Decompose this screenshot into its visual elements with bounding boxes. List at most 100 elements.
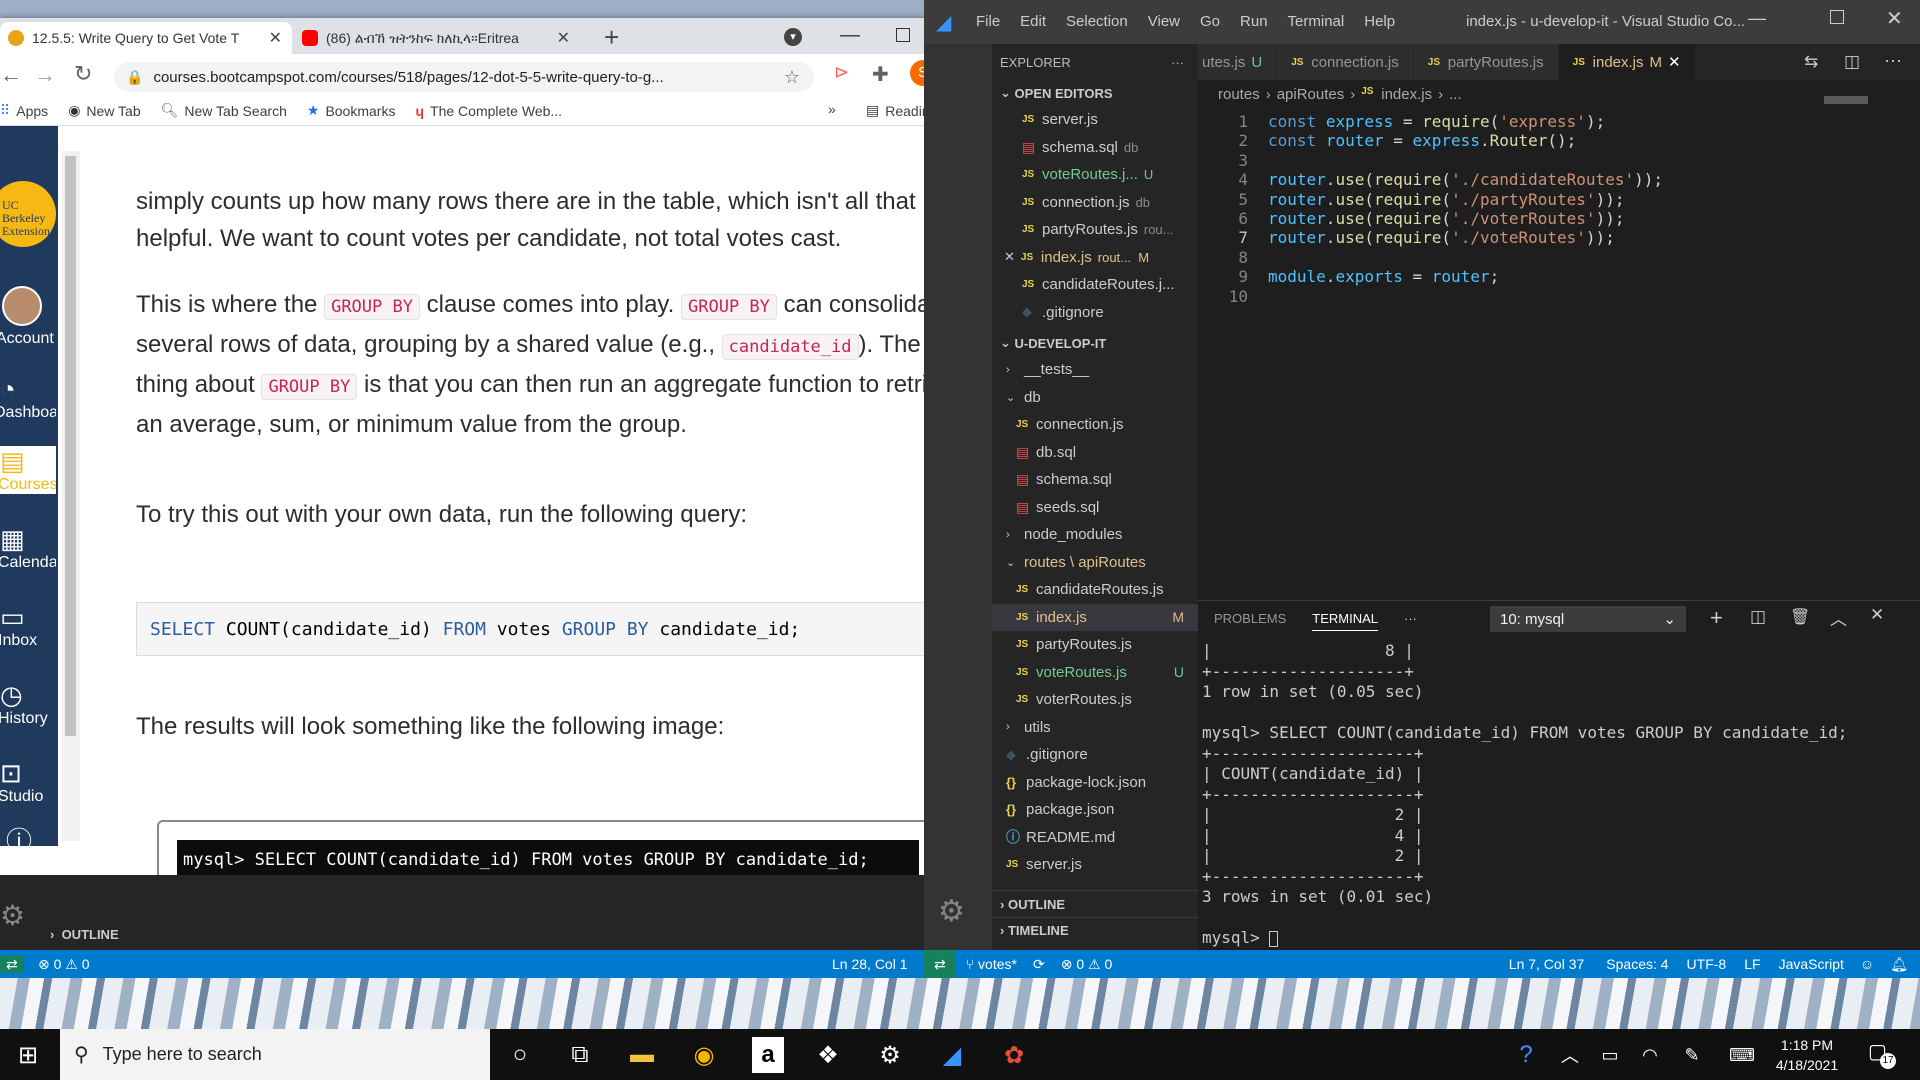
open-editor-item[interactable]: ◆ .gitignore xyxy=(992,299,1198,327)
tab-partyroutes[interactable]: JS partyRoutes.js xyxy=(1413,44,1559,80)
encoding-status[interactable]: UTF-8 xyxy=(1687,956,1727,972)
menu-selection[interactable]: Selection xyxy=(1066,13,1128,30)
file-item[interactable]: JS voterRoutes.js xyxy=(992,686,1198,714)
file-item[interactable]: JS connection.js xyxy=(992,411,1198,439)
open-editor-item[interactable]: JS partyRoutes.js rou... xyxy=(992,216,1198,244)
help-icon[interactable]: ? xyxy=(1506,1037,1546,1073)
open-editor-item[interactable]: ▤ schema.sql db xyxy=(992,134,1198,162)
nav-scrollbar-thumb[interactable] xyxy=(65,156,76,736)
breadcrumb-item[interactable]: routes xyxy=(1218,86,1260,103)
folder-item[interactable]: ⌄ db xyxy=(992,384,1198,412)
breadcrumb-item[interactable]: ... xyxy=(1449,86,1462,103)
eol-status[interactable]: LF xyxy=(1744,956,1760,972)
settings-gear-icon[interactable]: ⚙ xyxy=(0,899,25,932)
compare-changes-icon[interactable]: ⇆ xyxy=(1804,52,1818,72)
code-line[interactable]: const express = require('express'); xyxy=(1268,112,1605,131)
file-item[interactable]: JS server.js xyxy=(992,851,1198,879)
folder-item[interactable]: › node_modules xyxy=(992,521,1198,549)
address-bar[interactable]: 🔒 courses.bootcampspot.com/courses/518/p… xyxy=(114,62,814,92)
open-editor-item[interactable]: ✕ JS index.js rout... M xyxy=(992,244,1198,272)
reload-icon[interactable]: ↻ xyxy=(74,61,92,87)
nav-dashboard[interactable]: ◔Dashboard xyxy=(0,374,56,422)
folder-item[interactable]: › utils xyxy=(992,714,1198,742)
tab-terminal[interactable]: TERMINAL xyxy=(1312,611,1378,631)
close-window-button[interactable]: ✕ xyxy=(1886,6,1903,31)
code-line[interactable]: router.use(require('./voteRoutes')); xyxy=(1268,228,1615,247)
more-actions-icon[interactable]: ··· xyxy=(1171,55,1184,70)
maximize-window-button[interactable] xyxy=(1830,10,1844,24)
account-avatar[interactable] xyxy=(2,286,42,326)
file-item[interactable]: ◆ .gitignore xyxy=(992,741,1198,769)
bookmark-complete-web[interactable]: ɥ The Complete Web... xyxy=(415,103,562,119)
cursor-position[interactable]: Ln 7, Col 37 xyxy=(1509,956,1585,972)
nav-calendar[interactable]: ▦Calendar xyxy=(0,524,56,572)
open-editor-item[interactable]: JS voteRoutes.j... U xyxy=(992,161,1198,189)
folder-item[interactable]: ⌄ routes \ apiRoutes xyxy=(992,549,1198,577)
sync-icon[interactable]: ⟳ xyxy=(1033,956,1045,973)
bookmark-bookmarks[interactable]: ★ Bookmarks xyxy=(307,102,396,119)
open-editors-header[interactable]: ⌄ OPEN EDITORS xyxy=(992,80,1198,106)
keyboard-icon[interactable]: ⌨ xyxy=(1722,1037,1762,1073)
cortana-icon[interactable]: ○ xyxy=(500,1037,540,1073)
code-line[interactable]: const router = express.Router(); xyxy=(1268,131,1576,150)
system-clock[interactable]: 1:18 PM 4/18/2021 xyxy=(1762,1035,1852,1075)
new-terminal-icon[interactable]: + xyxy=(1710,605,1723,631)
settings-gear-icon[interactable]: ⚙ xyxy=(938,894,965,929)
tab-problems[interactable]: PROBLEMS xyxy=(1214,611,1286,631)
breadcrumb-item[interactable]: apiRoutes xyxy=(1277,86,1345,103)
split-terminal-icon[interactable]: ◫ xyxy=(1750,607,1766,627)
sql-code-block[interactable]: SELECT COUNT(candidate_id) FROM votes GR… xyxy=(136,602,976,656)
code-line[interactable]: router.use(require('./voterRoutes')); xyxy=(1268,209,1624,228)
amazon-icon[interactable]: a xyxy=(752,1037,784,1073)
close-tab-icon[interactable]: ✕ xyxy=(1668,53,1681,71)
more-actions-icon[interactable]: ··· xyxy=(1404,611,1417,631)
outline-section[interactable]: › OUTLINE xyxy=(50,927,119,942)
uc-berkeley-extension-logo[interactable]: UC Berkeley Extension xyxy=(0,181,56,247)
dropbox-icon[interactable]: ❖ xyxy=(808,1037,848,1073)
wifi-icon[interactable]: ◠ xyxy=(1630,1037,1670,1073)
taskbar-search[interactable]: ⚲ Type here to search xyxy=(60,1029,490,1080)
git-branch[interactable]: ⑂ votes* xyxy=(966,956,1017,972)
kill-terminal-icon[interactable]: 🗑︎ xyxy=(1790,607,1810,627)
minimize-window-button[interactable]: — xyxy=(840,24,860,47)
file-item[interactable]: JS index.js M xyxy=(992,603,1198,631)
windows-start-icon[interactable]: ⊞ xyxy=(18,1041,38,1070)
split-editor-icon[interactable]: ◫ xyxy=(1844,52,1860,72)
file-item[interactable]: ⓘ README.md xyxy=(992,824,1198,852)
indentation-status[interactable]: Spaces: 4 xyxy=(1606,956,1668,972)
timeline-section[interactable]: › TIMELINE xyxy=(992,917,1198,943)
terminal-select[interactable]: 10: mysql ⌄ xyxy=(1490,606,1686,632)
file-item[interactable]: ▤ seeds.sql xyxy=(992,494,1198,522)
close-editor-icon[interactable]: ✕ xyxy=(1004,249,1015,265)
menu-terminal[interactable]: Terminal xyxy=(1288,13,1345,30)
nav-account[interactable]: Account xyxy=(0,330,54,348)
breadcrumb-item[interactable]: index.js xyxy=(1381,86,1432,103)
new-tab-button[interactable]: + xyxy=(604,22,619,53)
more-bookmarks-chevron[interactable]: » xyxy=(828,101,836,117)
file-item[interactable]: {} package-lock.json xyxy=(992,769,1198,797)
tab-index[interactable]: JS index.js M ✕ xyxy=(1558,44,1696,80)
settings-gear-icon[interactable]: ⚙ xyxy=(870,1037,910,1073)
minimize-window-button[interactable]: — xyxy=(1748,8,1766,29)
minimap[interactable] xyxy=(1824,96,1868,104)
close-tab-icon[interactable]: ✕ xyxy=(557,28,580,48)
tab-connection[interactable]: JS connection.js xyxy=(1277,44,1414,80)
file-item[interactable]: {} package.json xyxy=(992,796,1198,824)
notifications-bell-icon[interactable]: 🔔︎ xyxy=(1890,956,1908,973)
file-item[interactable]: ▤ db.sql xyxy=(992,439,1198,467)
forward-arrow-icon[interactable]: → xyxy=(34,62,56,88)
bookmark-star-icon[interactable]: ☆ xyxy=(784,67,814,88)
menu-go[interactable]: Go xyxy=(1200,13,1220,30)
project-header[interactable]: ⌄ U-DEVELOP-IT xyxy=(992,330,1198,356)
code-line[interactable]: module.exports = router; xyxy=(1268,267,1499,286)
vscode-taskbar-icon[interactable]: ◢ xyxy=(932,1037,972,1073)
file-item[interactable]: JS partyRoutes.js xyxy=(992,631,1198,659)
nav-courses[interactable]: ▤ Courses xyxy=(0,446,56,494)
code-editor[interactable]: routes › apiRoutes › JS index.js › ... 1 con… xyxy=(1198,80,1920,600)
feedback-icon[interactable]: ☺ xyxy=(1860,956,1874,972)
problems-status[interactable]: ⊗ 0 ⚠ 0 xyxy=(38,956,90,973)
menu-edit[interactable]: Edit xyxy=(1020,13,1046,30)
browser-tab-youtube[interactable]: (86) ልብኸ ዝትንከፍ ክለኪላ።Eritrea ✕ xyxy=(294,22,580,54)
chrome-taskbar-icon[interactable]: ◉ xyxy=(684,1037,724,1073)
browser-tab-active[interactable]: 12.5.5: Write Query to Get Vote T ✕ xyxy=(0,22,292,54)
